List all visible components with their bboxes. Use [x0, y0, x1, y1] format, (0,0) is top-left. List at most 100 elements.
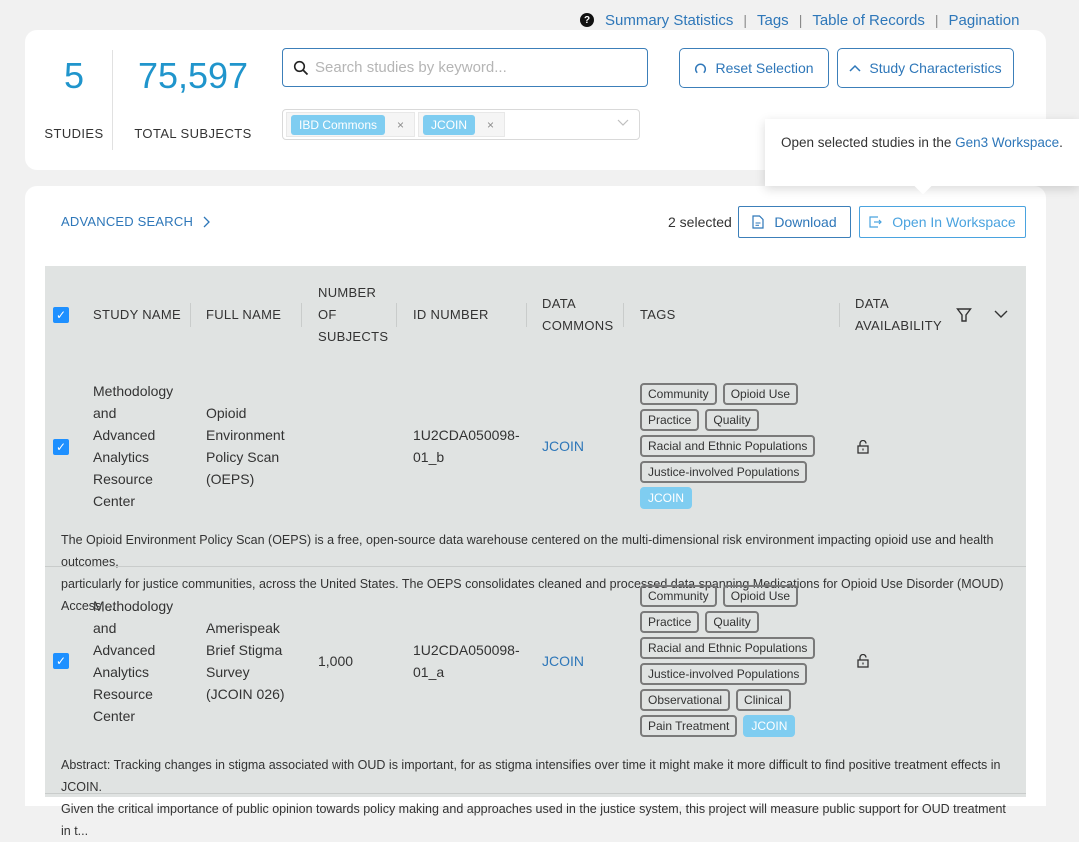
- tooltip-text: Open selected studies in the: [781, 135, 956, 150]
- text-line: Advanced: [93, 427, 156, 443]
- reset-selection-button[interactable]: Reset Selection: [679, 48, 829, 88]
- study-characteristics-button[interactable]: Study Characteristics: [837, 48, 1014, 88]
- open-in-workspace-button[interactable]: Open In Workspace: [859, 206, 1026, 238]
- gen3-workspace-link[interactable]: Gen3 Workspace: [955, 135, 1059, 150]
- studies-count: 5: [63, 55, 85, 96]
- select-all-checkbox[interactable]: ✓: [53, 307, 69, 323]
- table-header: ✓ STUDY NAME FULL NAME NUMBER OF SUBJECT…: [45, 266, 1026, 364]
- header-study-name[interactable]: STUDY NAME: [93, 304, 181, 326]
- tag[interactable]: Opioid Use: [722, 585, 799, 607]
- row-divider: [45, 566, 1026, 567]
- tag[interactable]: Practice: [640, 611, 700, 633]
- reset-icon: [695, 63, 707, 73]
- header-data-availability[interactable]: DATA AVAILABILITY: [855, 293, 942, 337]
- search-box[interactable]: [282, 48, 648, 87]
- column-divider: [526, 303, 527, 327]
- search-input[interactable]: [315, 59, 635, 76]
- workspace-tooltip: Open selected studies in the Gen3 Worksp…: [765, 119, 1079, 195]
- text-line: and: [93, 620, 117, 636]
- header-id-number[interactable]: ID NUMBER: [413, 304, 489, 326]
- header-number-of-subjects[interactable]: NUMBER OF SUBJECTS: [318, 282, 388, 348]
- export-icon: [869, 216, 883, 228]
- tag[interactable]: Quality: [705, 409, 759, 431]
- advanced-search-label: ADVANCED SEARCH: [61, 214, 194, 229]
- tag[interactable]: Community: [640, 383, 717, 405]
- tag[interactable]: Clinical: [736, 689, 791, 711]
- tag[interactable]: Justice-involved Populations: [640, 663, 808, 685]
- download-button[interactable]: Download: [738, 206, 851, 238]
- chevron-right-icon: [203, 216, 210, 227]
- selected-commons-item: IBD Commons ×: [286, 112, 416, 137]
- commons-tag[interactable]: JCOIN: [640, 487, 692, 509]
- open-in-workspace-label: Open In Workspace: [892, 214, 1016, 230]
- abstract-line: particularly for justice communities, ac…: [61, 577, 1004, 613]
- column-divider: [190, 303, 191, 327]
- tag[interactable]: Practice: [640, 409, 700, 431]
- tag[interactable]: Observational: [640, 689, 731, 711]
- study-characteristics-label: Study Characteristics: [869, 60, 1002, 76]
- column-divider: [839, 303, 840, 327]
- top-nav: ? Summary Statistics | Tags | Table of R…: [580, 10, 1019, 30]
- header-text: DATA: [542, 296, 576, 311]
- tag[interactable]: Opioid Use: [722, 383, 799, 405]
- nav-link-table-of-records[interactable]: Table of Records: [812, 12, 925, 29]
- text-line: Center: [93, 493, 136, 509]
- filter-icon[interactable]: [956, 307, 972, 323]
- nav-link-tags[interactable]: Tags: [757, 12, 789, 29]
- total-subjects-count: 75,597: [137, 55, 249, 96]
- chevron-down-icon[interactable]: [617, 116, 629, 130]
- tag[interactable]: Justice-involved Populations: [640, 461, 808, 483]
- study-name-cell: Methodology and Advanced Analytics Resou…: [93, 595, 173, 727]
- studies-stat: 5 STUDIES: [39, 55, 109, 142]
- text-line: Analytics: [93, 664, 150, 680]
- id-number-cell: 1U2CDA050098- 01_b: [413, 424, 520, 468]
- chevron-up-icon: [849, 64, 861, 72]
- tag[interactable]: Racial and Ethnic Populations: [640, 435, 816, 457]
- remove-icon[interactable]: ×: [397, 118, 404, 132]
- text-line: Environment: [206, 427, 285, 443]
- tag[interactable]: Pain Treatment: [640, 715, 738, 737]
- row-checkbox[interactable]: ✓: [53, 439, 69, 455]
- header-tags[interactable]: TAGS: [640, 304, 676, 326]
- tag[interactable]: Quality: [705, 611, 759, 633]
- tag[interactable]: Community: [640, 585, 717, 607]
- text-line: Resource: [93, 686, 153, 702]
- chevron-down-icon[interactable]: [994, 310, 1008, 319]
- header-data-commons[interactable]: DATA COMMONS: [542, 293, 613, 337]
- total-subjects-label: TOTAL SUBJECTS: [134, 126, 252, 141]
- tag[interactable]: Racial and Ethnic Populations: [640, 637, 816, 659]
- commons-tag[interactable]: JCOIN: [743, 715, 796, 737]
- text-line: (JCOIN 026): [206, 686, 285, 702]
- remove-icon[interactable]: ×: [487, 118, 494, 132]
- header-text: OF: [318, 307, 337, 322]
- advanced-search-link[interactable]: ADVANCED SEARCH: [61, 214, 211, 229]
- question-circle-icon[interactable]: ?: [580, 13, 594, 27]
- abstract-line: Abstract: Tracking changes in stigma ass…: [61, 758, 1001, 794]
- header-text: COMMONS: [542, 318, 614, 333]
- text-line: Resource: [93, 471, 153, 487]
- nav-separator: |: [743, 12, 747, 28]
- full-name-cell: Opioid Environment Policy Scan (OEPS): [206, 402, 285, 490]
- text-line: 1U2CDA050098-: [413, 427, 520, 443]
- number-of-subjects-cell: 1,000: [318, 653, 354, 669]
- header-full-name[interactable]: FULL NAME: [206, 304, 281, 326]
- commons-multiselect[interactable]: IBD Commons × JCOIN ×: [282, 109, 640, 140]
- text-line: Analytics: [93, 449, 150, 465]
- data-commons-link[interactable]: JCOIN: [542, 650, 584, 672]
- header-text: AVAILABILITY: [855, 318, 942, 333]
- unlock-icon: [857, 440, 869, 454]
- stat-divider: [112, 50, 113, 150]
- commons-chip: JCOIN: [423, 114, 476, 135]
- data-commons-link[interactable]: JCOIN: [542, 435, 584, 457]
- nav-link-pagination[interactable]: Pagination: [949, 12, 1020, 29]
- nav-separator: |: [798, 12, 803, 28]
- header-text: DATA: [855, 296, 889, 311]
- tags-cell: Community Opioid Use Practice Quality Ra…: [640, 585, 840, 741]
- text-line: 01_a: [413, 664, 445, 680]
- text-line: Methodology: [93, 383, 174, 399]
- search-icon: [293, 60, 309, 75]
- text-line: (OEPS): [206, 471, 255, 487]
- nav-link-summary-statistics[interactable]: Summary Statistics: [605, 12, 733, 29]
- study-name-cell: Methodology and Advanced Analytics Resou…: [93, 380, 173, 512]
- row-checkbox[interactable]: ✓: [53, 653, 69, 669]
